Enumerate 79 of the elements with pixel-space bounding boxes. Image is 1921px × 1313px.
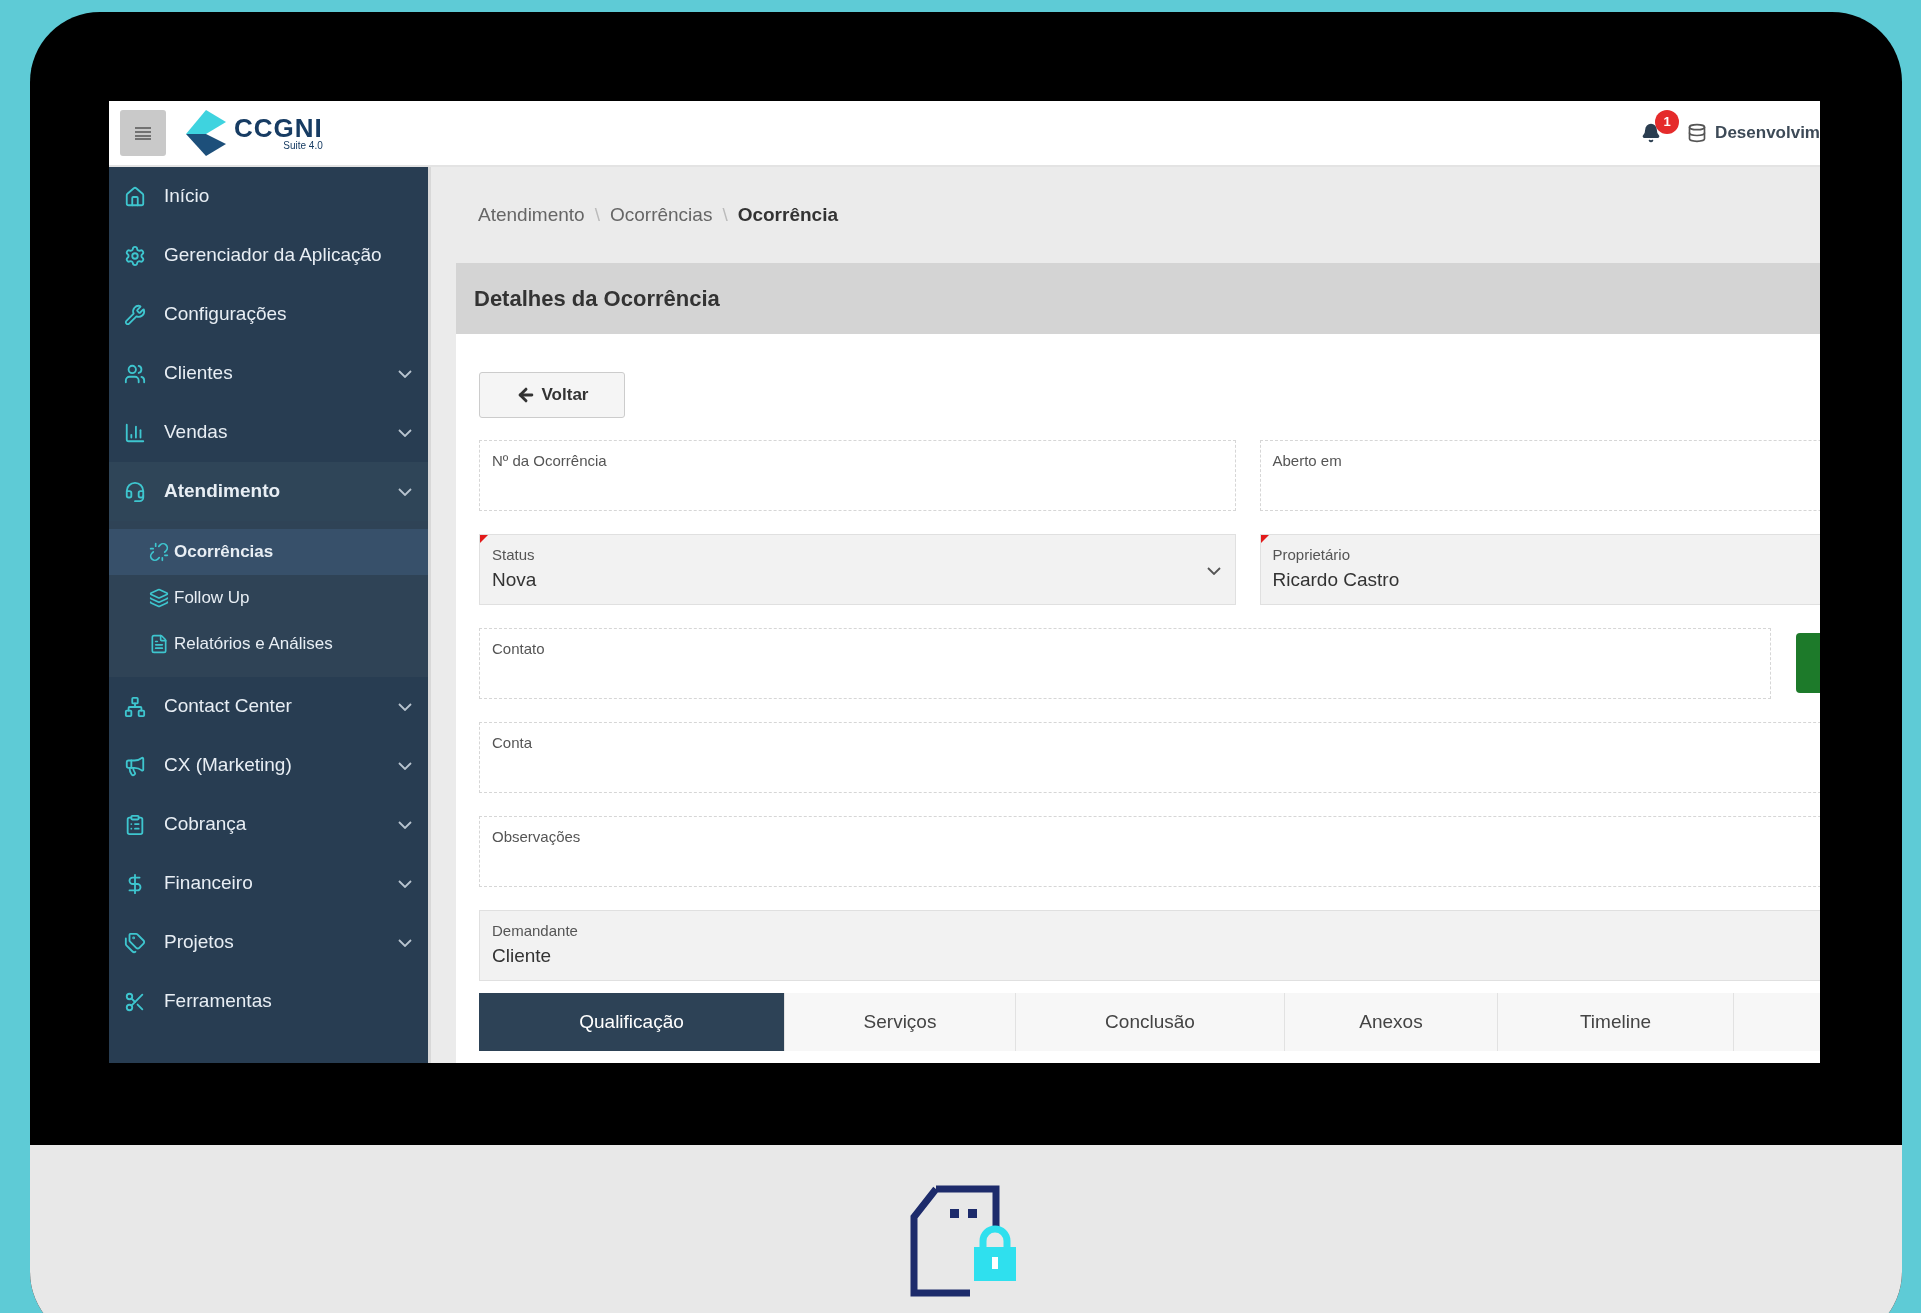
submenu-item[interactable]: Follow Up [109, 575, 428, 621]
stack-icon [149, 588, 169, 608]
breadcrumb-separator: \ [594, 202, 600, 227]
menu-icon [135, 126, 151, 140]
field-label: Contato [492, 639, 545, 659]
field-label: Demandante [492, 921, 578, 941]
chevron-icon [398, 369, 412, 378]
headset-icon [124, 480, 146, 503]
chevron-icon [398, 879, 412, 888]
sidebar-item[interactable]: Atendimento [109, 462, 428, 521]
logo-tagline: Suite 4.0 [283, 141, 323, 151]
input-field[interactable]: Conta [479, 722, 1820, 793]
gear-icon [124, 244, 146, 267]
required-marker [480, 535, 488, 543]
clipboard-icon [124, 813, 146, 836]
logo-text: CCGNI [234, 115, 323, 141]
input-field[interactable]: Contato [479, 628, 1771, 699]
chevron-icon [398, 761, 412, 770]
sidebar-item[interactable]: Ferramentas [109, 972, 428, 1031]
chevron-icon [398, 428, 412, 437]
tab[interactable]: Qualificação [479, 993, 785, 1051]
input-field[interactable]: Nº da Ocorrência [479, 440, 1236, 511]
bar-chart-icon [124, 421, 146, 444]
input-field[interactable]: Proprietário Ricardo Castro [1259, 534, 1820, 605]
sidebar-item[interactable]: Contact Center [109, 677, 428, 736]
broken-link-icon [149, 542, 169, 562]
chevron-icon [398, 487, 412, 496]
users-icon [124, 362, 146, 385]
tab[interactable]: Serviços [785, 993, 1016, 1051]
tags-icon [124, 931, 146, 954]
submenu-item[interactable]: Ocorrências [109, 529, 428, 575]
environment-label[interactable]: Desenvolvim [1715, 120, 1820, 146]
notification-badge: 1 [1655, 110, 1680, 134]
chevron-icon [398, 820, 412, 829]
breadcrumb-link[interactable]: Atendimento [478, 200, 585, 230]
tab[interactable]: Anexos [1285, 993, 1498, 1051]
input-field[interactable]: Demandante Cliente [479, 910, 1820, 981]
submenu-item[interactable]: Relatórios e Análises [109, 621, 428, 667]
field-label: Status [492, 545, 535, 565]
field-value: Nova [492, 568, 537, 592]
database-icon [1687, 122, 1708, 144]
logo-mark-icon [186, 110, 226, 156]
wrench-icon [124, 303, 146, 326]
home-icon [124, 185, 146, 208]
tab[interactable]: Conclusão [1016, 993, 1285, 1051]
chevron-icon [398, 938, 412, 947]
field-value: Ricardo Castro [1272, 568, 1400, 592]
field-label: Aberto em [1272, 451, 1342, 471]
field-label: Proprietário [1272, 545, 1351, 565]
bell-icon[interactable] [1641, 122, 1662, 144]
sidebar-item[interactable]: Clientes [109, 344, 428, 403]
sidebar-item[interactable]: CX (Marketing) [109, 736, 428, 795]
sidebar-item[interactable]: Cobrança [109, 795, 428, 854]
sidebar-item[interactable]: Configurações [109, 285, 428, 344]
back-button[interactable]: Voltar [479, 372, 625, 418]
megaphone-icon [124, 754, 146, 777]
chevron-icon [398, 702, 412, 711]
document-icon [149, 634, 169, 654]
field-value: Cliente [492, 944, 552, 968]
scissors-icon [124, 990, 146, 1013]
required-marker [1260, 535, 1269, 543]
tab[interactable]: Timeline [1498, 993, 1734, 1051]
select-field[interactable]: Status Nova [479, 534, 1236, 605]
sidebar-item[interactable]: Financeiro [109, 854, 428, 913]
card-title: Detalhes da Ocorrência [474, 285, 720, 313]
breadcrumb-link[interactable]: Ocorrências [609, 200, 713, 230]
input-field[interactable]: Observações [479, 816, 1820, 887]
input-field[interactable]: Aberto em [1259, 440, 1820, 511]
network-icon [124, 695, 146, 718]
field-label: Observações [492, 827, 581, 847]
sidebar-item[interactable]: Gerenciador da Aplicação [109, 226, 428, 285]
breadcrumb-separator: \ [722, 202, 728, 227]
sidebar-item[interactable]: Vendas [109, 403, 428, 462]
sidebar-item[interactable]: Início [109, 167, 428, 226]
sidebar-item[interactable]: Projetos [109, 913, 428, 972]
chevron-icon [1206, 567, 1221, 575]
menu-button[interactable] [120, 110, 166, 156]
field-label: Conta [492, 733, 533, 753]
field-label: Nº da Ocorrência [492, 451, 607, 471]
